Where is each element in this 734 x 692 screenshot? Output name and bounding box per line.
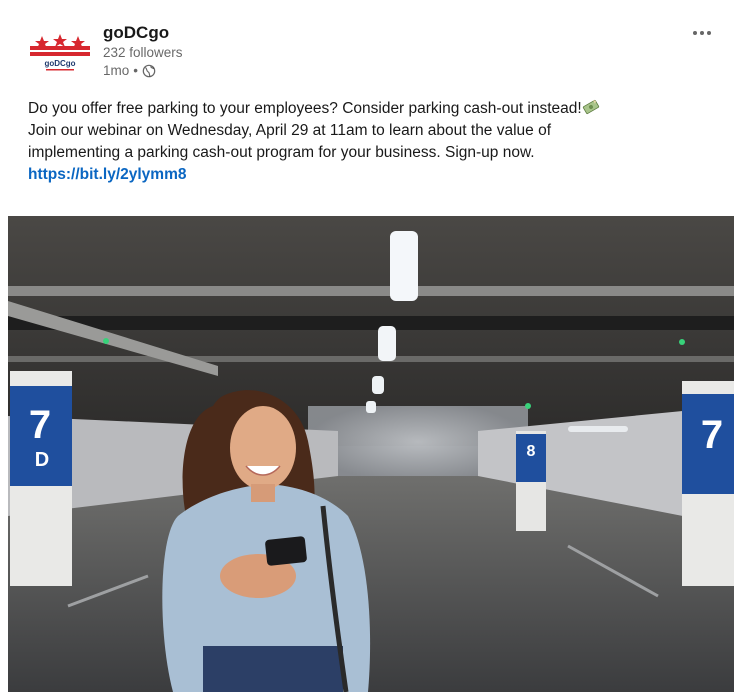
company-logo[interactable]: goDCgo — [28, 30, 92, 76]
meta-separator: • — [133, 63, 138, 78]
post-meta: 1mo • — [103, 62, 183, 80]
post-link[interactable]: https://bit.ly/2ylymm8 — [28, 166, 186, 183]
post-header: goDCgo goDCgo 232 followers 1mo • — [28, 22, 718, 92]
ceiling-light — [366, 401, 376, 413]
exit-light — [679, 339, 685, 345]
commentary-line-3: implementing a parking cash-out program … — [28, 144, 535, 161]
floor-shape — [8, 476, 734, 692]
globe-icon — [142, 64, 156, 78]
ceiling-beam — [8, 286, 734, 296]
exit-light — [103, 338, 109, 344]
more-dot — [707, 31, 711, 35]
more-horizontal-icon — [693, 31, 697, 35]
author-name[interactable]: goDCgo — [103, 22, 183, 44]
person-face — [230, 406, 296, 490]
logo-text: goDCgo — [44, 59, 75, 68]
ceiling-light — [372, 376, 384, 394]
ceiling-light — [378, 326, 396, 361]
ceiling-beam-dark — [8, 316, 734, 330]
more-options-button[interactable] — [686, 22, 718, 44]
feed-post: goDCgo goDCgo 232 followers 1mo • Do you… — [0, 0, 734, 692]
person-jeans — [203, 646, 343, 692]
more-dot — [700, 31, 704, 35]
commentary-line-1: Do you offer free parking to your employ… — [28, 100, 582, 117]
person-neck — [251, 484, 275, 502]
follower-count: 232 followers — [103, 45, 183, 60]
pillar-right-number: 7 — [701, 413, 723, 457]
ceiling-light — [568, 426, 628, 432]
author-info: goDCgo 232 followers 1mo • — [103, 22, 183, 80]
phone — [265, 536, 307, 566]
post-time: 1mo — [103, 63, 130, 78]
exit-light — [525, 403, 531, 409]
post-image[interactable]: 7 D 8 7 — [8, 216, 734, 692]
post-commentary: Do you offer free parking to your employ… — [28, 98, 718, 186]
commentary-line-2: Join our webinar on Wednesday, April 29 … — [28, 122, 552, 139]
ceiling-light — [390, 231, 418, 301]
pillar-center-number: 8 — [527, 443, 536, 460]
pillar-left-number: 7 — [29, 403, 51, 447]
ceiling-beam — [8, 356, 734, 362]
pillar-left-letter: D — [35, 449, 49, 471]
money-emoji-icon — [582, 98, 600, 116]
